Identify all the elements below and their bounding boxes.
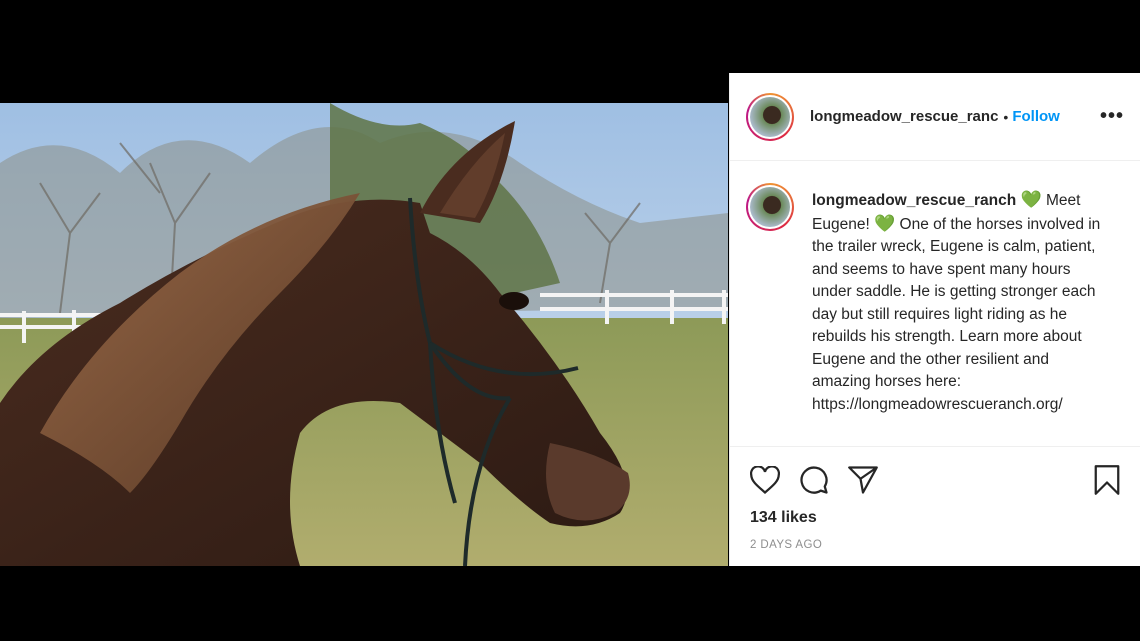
follow-button[interactable]: Follow [1012,108,1060,125]
more-options-icon[interactable]: ••• [1100,105,1124,128]
post-header: longmeadow_rescue_ranc • Follow ••• [730,73,1140,161]
caption-username[interactable]: longmeadow_rescue_ranch [812,192,1016,209]
caption-avatar[interactable] [746,183,794,231]
like-count[interactable]: 134 likes [730,509,1140,527]
paper-plane-icon[interactable] [846,463,880,497]
header-username[interactable]: longmeadow_rescue_ranc [810,108,998,125]
caption-text: longmeadow_rescue_ranch 💚 Meet Eugene! 💚… [812,189,1107,446]
post-photo[interactable] [0,103,728,566]
heart-outline-icon[interactable] [748,463,782,497]
avatar-image [750,96,790,137]
green-heart-emoji-icon: 💚 [1020,190,1042,209]
green-heart-emoji-icon: 💚 [874,213,896,233]
action-bar [730,447,1140,513]
horse-photo-illustration [0,103,728,566]
header-separator: • [1003,108,1009,125]
post-side-panel: longmeadow_rescue_ranc • Follow ••• long… [729,73,1140,566]
comment-bubble-icon[interactable] [797,463,831,497]
bookmark-icon[interactable] [1090,463,1124,497]
caption-section: longmeadow_rescue_ranch 💚 Meet Eugene! 💚… [730,161,1140,447]
caption-body-2: One of the horses involved in the traile… [812,215,1101,413]
profile-avatar[interactable] [746,92,794,141]
post-timestamp: 2 DAYS AGO [750,539,823,551]
